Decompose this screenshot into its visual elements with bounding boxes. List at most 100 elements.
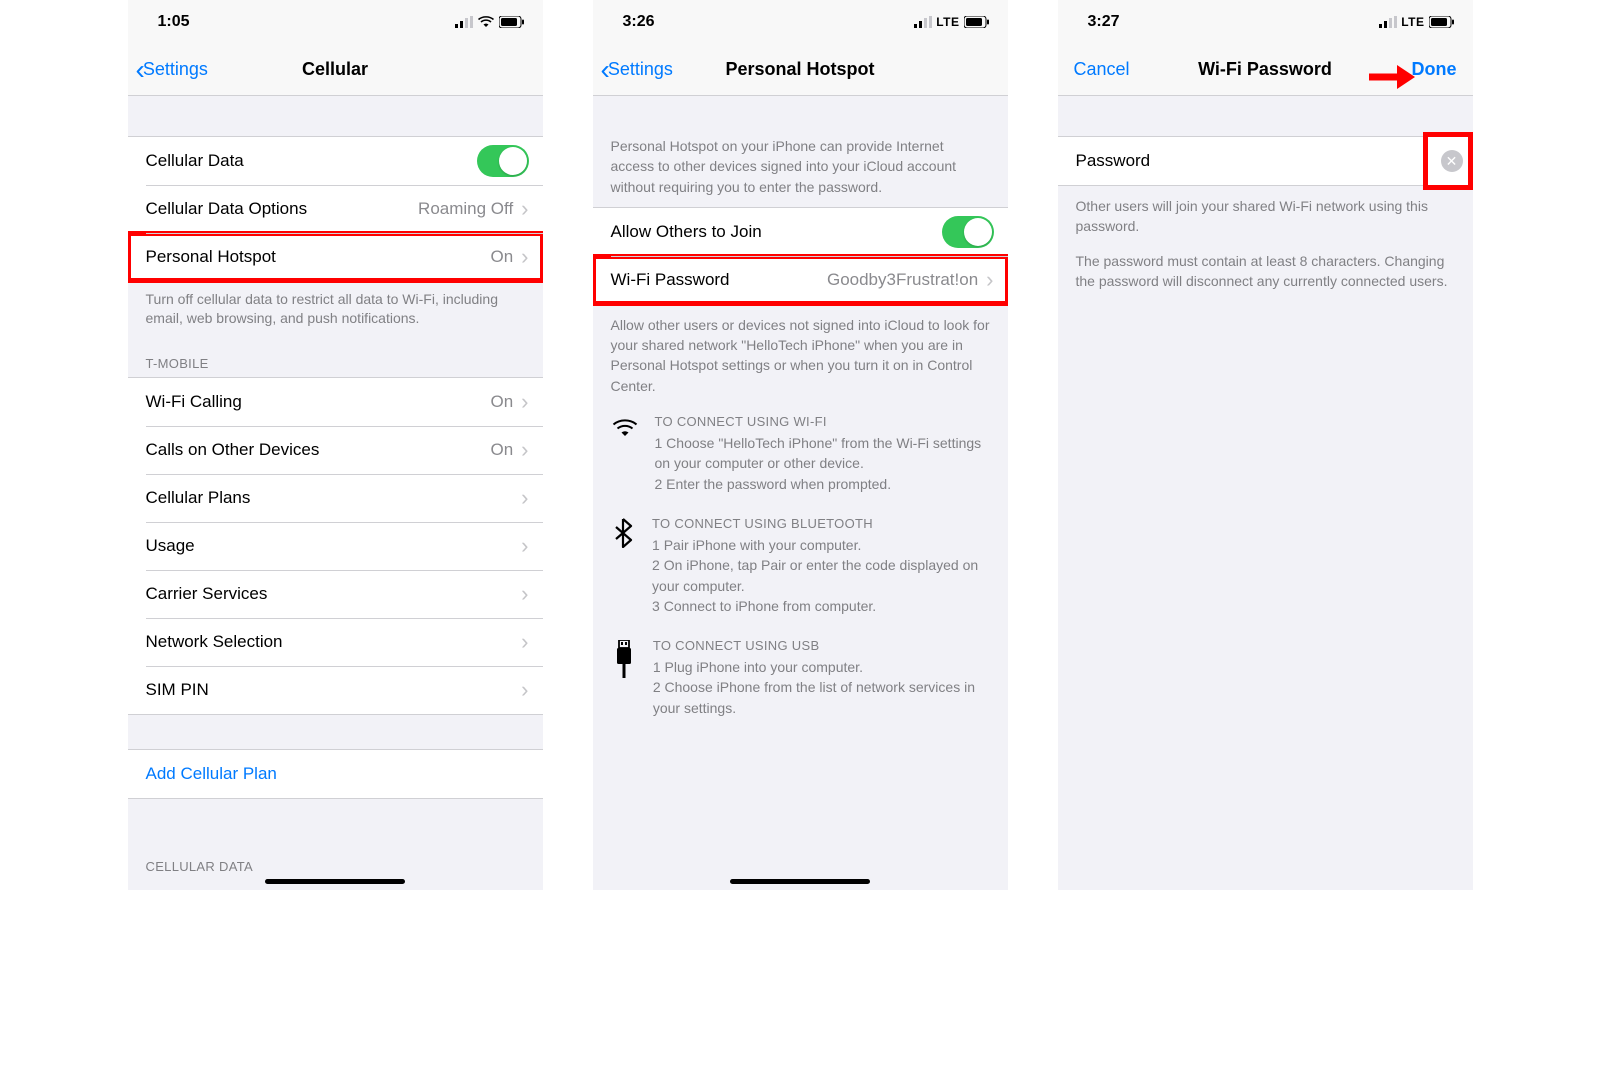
password-field-row[interactable]: Password ✕ [1058, 136, 1473, 186]
back-button[interactable]: ‹ Settings [136, 56, 208, 84]
status-time: 3:27 [1088, 13, 1120, 31]
signal-icon [914, 16, 932, 28]
intro-text: Personal Hotspot on your iPhone can prov… [593, 96, 1008, 207]
status-time: 3:26 [623, 13, 655, 31]
connect-wifi-block: TO CONNECT USING WI-FI 1 Choose "HelloTe… [593, 406, 1008, 508]
connect-step: 1 Pair iPhone with your computer. [652, 535, 989, 555]
row-label: Allow Others to Join [611, 222, 762, 242]
row-label: Calls on Other Devices [146, 440, 320, 460]
password-note-2: The password must contain at least 8 cha… [1058, 247, 1473, 302]
password-label: Password [1076, 151, 1151, 171]
section-header-carrier: T-MOBILE [128, 336, 543, 377]
row-label: Network Selection [146, 632, 283, 652]
chevron-right-icon: › [521, 196, 528, 222]
network-type: LTE [936, 15, 959, 29]
connect-header: TO CONNECT USING USB [653, 638, 990, 653]
home-indicator[interactable] [265, 879, 405, 884]
chevron-right-icon: › [521, 437, 528, 463]
row-label: Wi-Fi Calling [146, 392, 242, 412]
signal-icon [1379, 16, 1397, 28]
connect-step: 2 Choose iPhone from the list of network… [653, 677, 990, 718]
back-label: Settings [608, 59, 673, 80]
section-header-cellular-data: CELLULAR DATA [128, 799, 543, 880]
connect-step: 3 Connect to iPhone from computer. [652, 596, 989, 616]
row-calls-other-devices[interactable]: Calls on Other Devices On › [128, 426, 543, 474]
row-label: SIM PIN [146, 680, 209, 700]
row-cellular-plans[interactable]: Cellular Plans › [128, 474, 543, 522]
chevron-right-icon: › [521, 629, 528, 655]
row-value: On [490, 247, 513, 267]
battery-icon [964, 16, 990, 28]
status-icons [455, 16, 525, 28]
row-wifi-password[interactable]: Wi-Fi Password Goodby3Frustrat!on › [593, 256, 1008, 304]
connect-step: 1 Choose "HelloTech iPhone" from the Wi-… [655, 433, 990, 474]
allow-note: Allow other users or devices not signed … [593, 305, 1008, 406]
toggle-switch[interactable] [942, 216, 994, 248]
back-label: Settings [143, 59, 208, 80]
screen-cellular: 1:05 ‹ Settings Cellular Cellular Data C… [128, 0, 543, 890]
screen-personal-hotspot: 3:26 LTE ‹ Settings Personal Hotspot Per… [593, 0, 1008, 890]
chevron-right-icon: › [521, 533, 528, 559]
row-label: Cellular Data Options [146, 199, 308, 219]
connect-header: TO CONNECT USING WI-FI [655, 414, 990, 429]
connect-bluetooth-block: TO CONNECT USING BLUETOOTH 1 Pair iPhone… [593, 508, 1008, 630]
chevron-right-icon: › [521, 677, 528, 703]
usb-icon [611, 638, 637, 718]
status-icons: LTE [1379, 15, 1454, 29]
row-value: On [490, 392, 513, 412]
screen-wifi-password: 3:27 LTE Cancel Wi-Fi Password Done Pass… [1058, 0, 1473, 890]
battery-icon [1429, 16, 1455, 28]
row-label: Cellular Plans [146, 488, 251, 508]
cancel-button[interactable]: Cancel [1066, 59, 1130, 80]
bluetooth-icon [611, 516, 637, 616]
row-cellular-data-options[interactable]: Cellular Data Options Roaming Off › [128, 185, 543, 233]
connect-usb-block: TO CONNECT USING USB 1 Plug iPhone into … [593, 630, 1008, 732]
row-sim-pin[interactable]: SIM PIN › [128, 666, 543, 714]
row-value: Goodby3Frustrat!on [827, 270, 978, 290]
row-label: Personal Hotspot [146, 247, 276, 267]
chevron-right-icon: › [521, 244, 528, 270]
connect-step: 1 Plug iPhone into your computer. [653, 657, 990, 677]
row-personal-hotspot[interactable]: Personal Hotspot On › [128, 233, 543, 281]
password-note-1: Other users will join your shared Wi-Fi … [1058, 186, 1473, 247]
nav-bar: ‹ Settings Personal Hotspot [593, 44, 1008, 96]
wifi-icon [477, 16, 495, 28]
row-allow-others[interactable]: Allow Others to Join [593, 208, 1008, 256]
status-bar: 3:27 LTE [1058, 0, 1473, 44]
home-indicator[interactable] [730, 879, 870, 884]
done-button[interactable]: Done [1412, 59, 1465, 80]
row-carrier-services[interactable]: Carrier Services › [128, 570, 543, 618]
signal-icon [455, 16, 473, 28]
row-network-selection[interactable]: Network Selection › [128, 618, 543, 666]
connect-step: 2 On iPhone, tap Pair or enter the code … [652, 555, 989, 596]
row-label: Carrier Services [146, 584, 268, 604]
row-wifi-calling[interactable]: Wi-Fi Calling On › [128, 378, 543, 426]
network-type: LTE [1401, 15, 1424, 29]
battery-icon [499, 16, 525, 28]
row-value: Roaming Off [418, 199, 513, 219]
row-value: On [490, 440, 513, 460]
row-add-cellular-plan[interactable]: Add Cellular Plan [128, 750, 543, 798]
row-label: Add Cellular Plan [146, 764, 277, 784]
clear-icon[interactable]: ✕ [1441, 150, 1463, 172]
chevron-right-icon: › [986, 267, 993, 293]
back-button[interactable]: ‹ Settings [601, 56, 673, 84]
status-icons: LTE [914, 15, 989, 29]
chevron-right-icon: › [521, 485, 528, 511]
status-bar: 1:05 [128, 0, 543, 44]
chevron-right-icon: › [521, 389, 528, 415]
row-cellular-data[interactable]: Cellular Data [128, 137, 543, 185]
status-bar: 3:26 LTE [593, 0, 1008, 44]
connect-header: TO CONNECT USING BLUETOOTH [652, 516, 989, 531]
annotation-arrow [1367, 62, 1415, 92]
chevron-right-icon: › [521, 581, 528, 607]
row-label: Usage [146, 536, 195, 556]
row-label: Cellular Data [146, 151, 244, 171]
row-label: Wi-Fi Password [611, 270, 730, 290]
row-usage[interactable]: Usage › [128, 522, 543, 570]
toggle-switch[interactable] [477, 145, 529, 177]
wifi-icon [611, 414, 639, 494]
footer-note: Turn off cellular data to restrict all d… [128, 282, 543, 336]
nav-bar: ‹ Settings Cellular [128, 44, 543, 96]
status-time: 1:05 [158, 13, 190, 31]
